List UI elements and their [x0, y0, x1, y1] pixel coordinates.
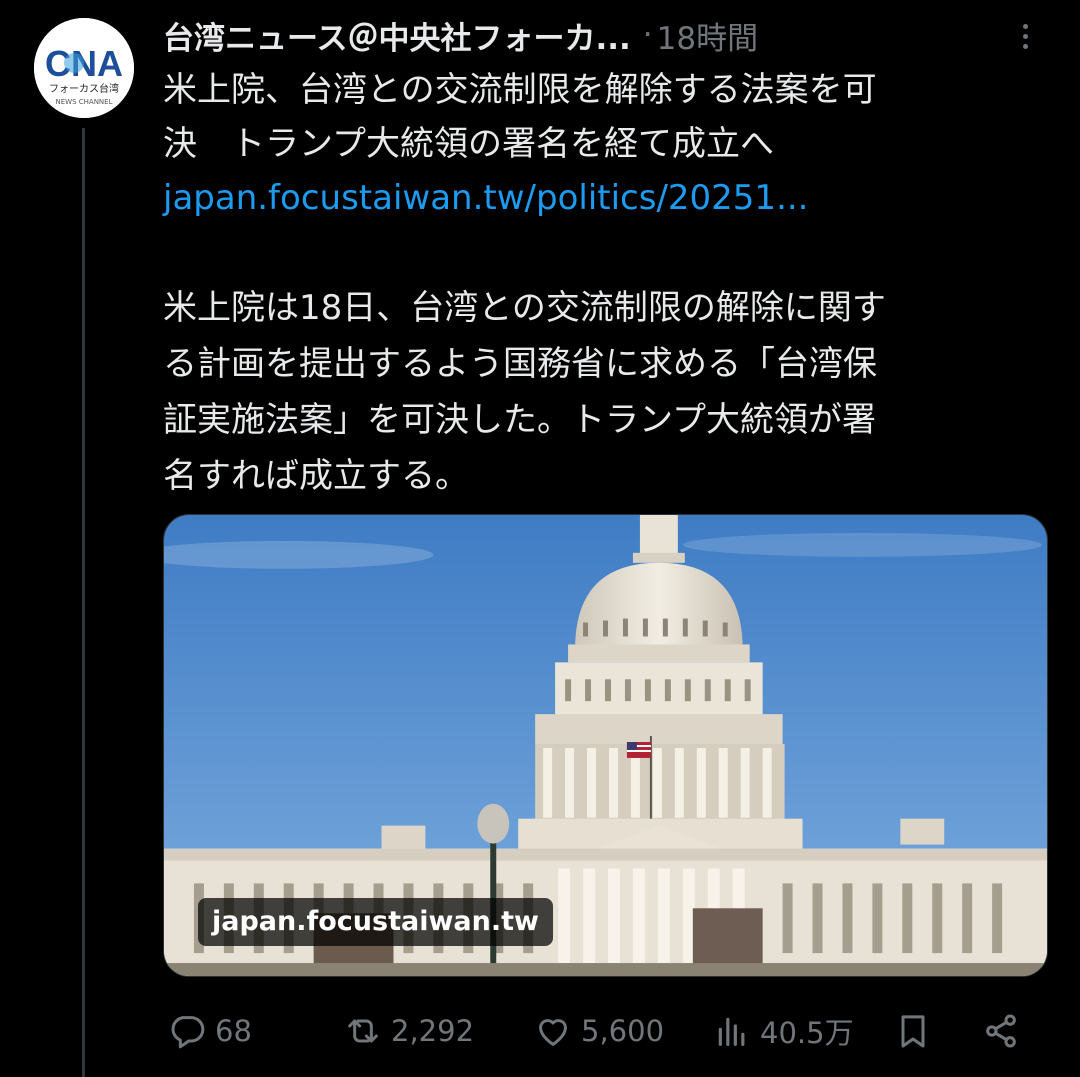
heart-icon — [539, 1019, 567, 1046]
separator: · — [642, 17, 653, 53]
repost-icon — [348, 1019, 378, 1043]
like-count: 5,600 — [581, 1014, 665, 1048]
tweet-header: 台湾ニュース＠中央社フォーカ... · 18時間 — [163, 12, 1043, 58]
body-line-4: 名すれば成立する。 — [163, 456, 469, 496]
headline-line-2: 決 トランプ大統領の署名を経て成立へ — [163, 124, 774, 164]
reply-button[interactable]: 68 — [167, 1005, 252, 1057]
analytics-icon — [718, 1017, 745, 1046]
bookmark-icon — [901, 1015, 925, 1048]
display-name[interactable]: 台湾ニュース＠中央社フォーカ... — [163, 13, 631, 58]
like-button[interactable]: 5,600 — [533, 1005, 664, 1057]
views-count: 40.5万 — [760, 1016, 854, 1050]
article-link[interactable]: japan.focustaiwan.tw/politics/20251... — [163, 174, 1053, 222]
reply-icon — [171, 1016, 205, 1049]
timestamp[interactable]: 18時間 — [657, 13, 758, 58]
avatar-logo-sub: フォーカス台湾 — [49, 82, 119, 95]
action-bar: 68 2,292 5,600 40.5万 — [163, 1005, 1048, 1057]
share-icon — [986, 1014, 1016, 1048]
body-line-2: る計画を提出するよう国務省に求める「台湾保 — [163, 344, 877, 384]
avatar-logo-text: CNA — [45, 43, 123, 84]
body-line-1: 米上院は18日、台湾との交流制限の解除に関す — [163, 288, 886, 328]
repost-count: 2,292 — [391, 1014, 475, 1048]
more-options-icon[interactable] — [1007, 16, 1043, 56]
views-button[interactable]: 40.5万 — [712, 1005, 854, 1057]
thread-line — [82, 128, 85, 1077]
share-button[interactable] — [981, 1005, 1021, 1057]
avatar[interactable]: CNA フォーカス台湾 NEWS CHANNEL — [34, 18, 134, 118]
repost-button[interactable]: 2,292 — [343, 1005, 474, 1057]
avatar-logo-sub2: NEWS CHANNEL — [56, 98, 113, 106]
tweet-card[interactable]: CNA フォーカス台湾 NEWS CHANNEL 台湾ニュース＠中央社フォーカ.… — [0, 0, 1080, 1077]
reply-count: 68 — [215, 1014, 252, 1048]
link-domain-badge: japan.focustaiwan.tw — [198, 898, 553, 946]
body-line-3: 証実施法案」を可決した。トランプ大統領が署 — [163, 400, 876, 440]
headline-line-1: 米上院、台湾との交流制限を解除する法案を可 — [163, 70, 877, 110]
bookmark-button[interactable] — [893, 1005, 933, 1057]
